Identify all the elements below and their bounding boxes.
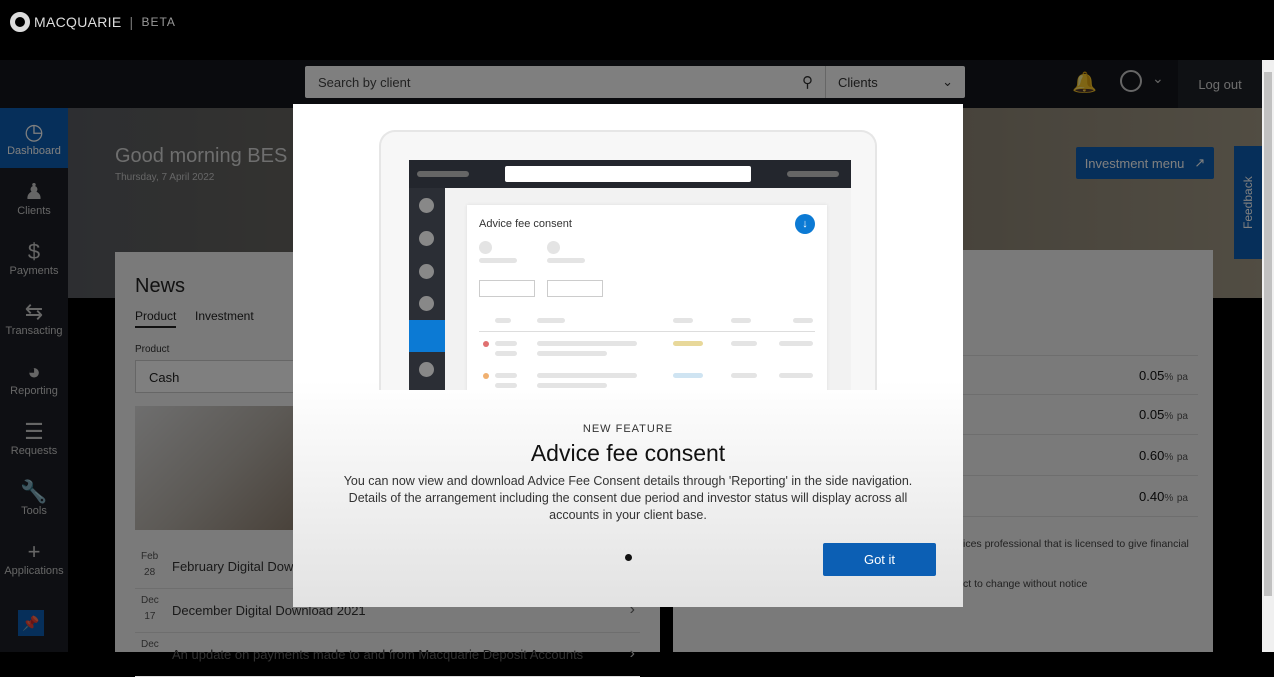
macquarie-logo[interactable]: MACQUARIE | BETA (10, 12, 176, 32)
laptop-screen: Advice fee consent ↓ (409, 160, 851, 390)
mock-card: Advice fee consent ↓ (467, 205, 827, 390)
modal-eyebrow: NEW FEATURE (582, 423, 674, 435)
mock-header (409, 160, 851, 188)
feature-illustration: Advice fee consent ↓ (379, 130, 877, 390)
illustration-title: Advice fee consent (479, 218, 572, 230)
modal-description: You can now view and download Advice Fee… (343, 474, 913, 522)
brand-name: MACQUARIE (34, 14, 122, 30)
scrollbar-thumb[interactable] (1264, 72, 1272, 596)
new-feature-modal: Advice fee consent ↓ NEW FEATURE Advice … (293, 104, 963, 607)
mock-sidebar (409, 188, 445, 390)
pagination-dot[interactable] (625, 554, 632, 561)
scrollbar[interactable] (1262, 60, 1274, 652)
divider: | (129, 14, 134, 30)
modal-title: Advice fee consent (530, 440, 726, 466)
download-icon: ↓ (795, 214, 815, 234)
logo-ring-icon (10, 12, 30, 32)
beta-label: BETA (141, 15, 176, 29)
got-it-button[interactable]: Got it (823, 543, 936, 576)
